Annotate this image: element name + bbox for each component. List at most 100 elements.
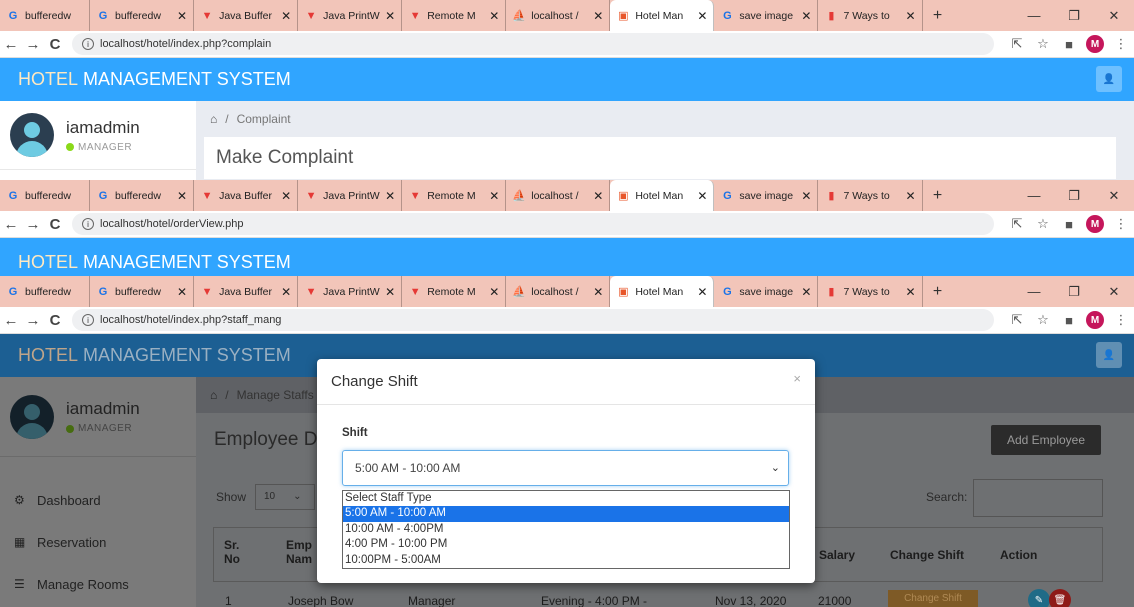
profile-avatar[interactable]: M bbox=[1082, 215, 1108, 234]
side-panel-icon[interactable]: ■ bbox=[1056, 313, 1082, 328]
browser-tab[interactable]: ▼ Java PrintW ✕ bbox=[298, 0, 403, 31]
entries-select[interactable]: 10 ⌄ bbox=[255, 484, 315, 510]
change-shift-button[interactable]: Change Shift bbox=[888, 590, 978, 607]
shift-option[interactable]: 10:00PM - 5:00AM bbox=[343, 553, 789, 568]
tab-close-icon[interactable]: ✕ bbox=[697, 285, 707, 299]
tab-close-icon[interactable]: ✕ bbox=[281, 285, 291, 299]
browser-tab[interactable]: ▼ Java Buffer ✕ bbox=[194, 0, 299, 31]
browser-tab[interactable]: Gsave image ✕ bbox=[714, 180, 819, 211]
tab-close-icon[interactable]: ✕ bbox=[593, 189, 603, 203]
tab-close-icon[interactable]: ✕ bbox=[593, 285, 603, 299]
col-action[interactable]: Action bbox=[1000, 548, 1037, 562]
user-icon[interactable]: 👤 bbox=[1096, 66, 1122, 92]
close-window-icon[interactable]: ✕ bbox=[1094, 284, 1134, 300]
close-window-icon[interactable]: ✕ bbox=[1094, 8, 1134, 24]
tab-close-icon[interactable]: ✕ bbox=[697, 189, 707, 203]
col-sr-no[interactable]: Sr. No bbox=[224, 538, 254, 566]
col-employee-name[interactable]: Emp Nam bbox=[286, 538, 316, 566]
menu-icon[interactable]: ⋮ bbox=[1108, 36, 1134, 52]
new-tab-button[interactable]: + bbox=[923, 7, 953, 25]
browser-tab[interactable]: ▼ Java Buffer ✕ bbox=[194, 180, 299, 211]
browser-tab[interactable]: ▣ Hotel Man ✕ bbox=[610, 180, 715, 211]
browser-tab[interactable]: ⛵ localhost / ✕ bbox=[506, 180, 611, 211]
tab-close-icon[interactable]: ✕ bbox=[177, 285, 187, 299]
tab-close-icon[interactable]: ✕ bbox=[177, 9, 187, 23]
browser-tab[interactable]: ▼ Java PrintW ✕ bbox=[298, 180, 403, 211]
tab-close-icon[interactable]: ✕ bbox=[281, 9, 291, 23]
star-icon[interactable]: ☆ bbox=[1030, 216, 1056, 232]
browser-tab[interactable]: Gbufferedw ✕ bbox=[90, 276, 195, 307]
star-icon[interactable]: ☆ bbox=[1030, 36, 1056, 52]
sidebar-item-dashboard[interactable]: ⚙ Dashboard bbox=[0, 479, 196, 521]
profile-avatar[interactable]: M bbox=[1082, 311, 1108, 330]
share-icon[interactable]: ⇱ bbox=[1004, 312, 1030, 328]
edit-button[interactable]: ✎ bbox=[1028, 589, 1050, 607]
browser-tab[interactable]: ▮ 7 Ways to ✕ bbox=[818, 180, 923, 211]
close-icon[interactable]: × bbox=[793, 371, 801, 386]
tab-close-icon[interactable]: ✕ bbox=[385, 285, 395, 299]
tab-close-icon[interactable]: ✕ bbox=[697, 9, 707, 23]
home-icon[interactable]: ⌂ bbox=[210, 388, 217, 402]
home-icon[interactable]: ⌂ bbox=[210, 112, 217, 126]
sidebar-item-reservation[interactable]: ▦ Reservation bbox=[0, 521, 196, 563]
share-icon[interactable]: ⇱ bbox=[1004, 36, 1030, 52]
restore-icon[interactable]: ❐ bbox=[1054, 188, 1094, 204]
browser-tab[interactable]: ▼ Remote M ✕ bbox=[402, 0, 507, 31]
search-input[interactable] bbox=[973, 479, 1103, 517]
col-salary[interactable]: Salary bbox=[819, 548, 855, 562]
back-icon[interactable]: ← bbox=[0, 36, 22, 53]
browser-tab[interactable]: Gsave image ✕ bbox=[714, 276, 819, 307]
url-field[interactable]: i localhost/hotel/index.php?staff_mang bbox=[72, 309, 994, 331]
tab-close-icon[interactable]: ✕ bbox=[385, 189, 395, 203]
browser-tab[interactable]: ▮ 7 Ways to ✕ bbox=[818, 276, 923, 307]
user-icon[interactable]: 👤 bbox=[1096, 342, 1122, 368]
browser-tab[interactable]: ▼ Java Buffer ✕ bbox=[194, 276, 299, 307]
tab-close-icon[interactable]: ✕ bbox=[281, 189, 291, 203]
tab-close-icon[interactable]: ✕ bbox=[593, 9, 603, 23]
browser-tab[interactable]: ▣ Hotel Man ✕ bbox=[610, 276, 715, 307]
browser-tab[interactable]: Gsave image ✕ bbox=[714, 0, 819, 31]
side-panel-icon[interactable]: ■ bbox=[1056, 37, 1082, 52]
reload-icon[interactable]: C bbox=[44, 312, 66, 329]
tab-close-icon[interactable]: ✕ bbox=[489, 189, 499, 203]
delete-button[interactable]: 🗑 bbox=[1049, 589, 1071, 607]
reload-icon[interactable]: C bbox=[44, 36, 66, 53]
forward-icon[interactable]: → bbox=[22, 216, 44, 233]
forward-icon[interactable]: → bbox=[22, 312, 44, 329]
profile-avatar[interactable]: M bbox=[1082, 35, 1108, 54]
shift-option[interactable]: Select Staff Type bbox=[343, 491, 789, 506]
info-icon[interactable]: i bbox=[82, 314, 94, 326]
browser-tab[interactable]: ▮ 7 Ways to ✕ bbox=[818, 0, 923, 31]
new-tab-button[interactable]: + bbox=[923, 187, 953, 205]
browser-tab[interactable]: ⛵ localhost / ✕ bbox=[506, 0, 611, 31]
minimize-icon[interactable]: — bbox=[1014, 284, 1054, 299]
url-field[interactable]: i localhost/hotel/index.php?complain bbox=[72, 33, 994, 55]
browser-tab[interactable]: ▼ Java PrintW ✕ bbox=[298, 276, 403, 307]
menu-icon[interactable]: ⋮ bbox=[1108, 216, 1134, 232]
back-icon[interactable]: ← bbox=[0, 216, 22, 233]
close-window-icon[interactable]: ✕ bbox=[1094, 188, 1134, 204]
shift-option[interactable]: 10:00 AM - 4:00PM bbox=[343, 522, 789, 537]
browser-tab[interactable]: ▣ Hotel Man ✕ bbox=[610, 0, 715, 31]
tab-close-icon[interactable]: ✕ bbox=[801, 189, 811, 203]
tab-close-icon[interactable]: ✕ bbox=[801, 285, 811, 299]
tab-close-icon[interactable]: ✕ bbox=[177, 189, 187, 203]
reload-icon[interactable]: C bbox=[44, 216, 66, 233]
browser-tab[interactable]: ▼ Remote M ✕ bbox=[402, 180, 507, 211]
forward-icon[interactable]: → bbox=[22, 36, 44, 53]
new-tab-button[interactable]: + bbox=[923, 283, 953, 301]
side-panel-icon[interactable]: ■ bbox=[1056, 217, 1082, 232]
tab-close-icon[interactable]: ✕ bbox=[801, 9, 811, 23]
sidebar-item-manage-rooms[interactable]: ☰ Manage Rooms bbox=[0, 563, 196, 605]
browser-tab[interactable]: Gbufferedw bbox=[0, 0, 90, 31]
restore-icon[interactable]: ❐ bbox=[1054, 284, 1094, 300]
tab-close-icon[interactable]: ✕ bbox=[385, 9, 395, 23]
tab-close-icon[interactable]: ✕ bbox=[489, 285, 499, 299]
browser-tab[interactable]: ▼ Remote M ✕ bbox=[402, 276, 507, 307]
shift-option[interactable]: 5:00 AM - 10:00 AM bbox=[343, 506, 789, 522]
add-employee-button[interactable]: Add Employee bbox=[991, 425, 1101, 455]
shift-option[interactable]: 4:00 PM - 10:00 PM bbox=[343, 537, 789, 552]
browser-tab[interactable]: ⛵ localhost / ✕ bbox=[506, 276, 611, 307]
restore-icon[interactable]: ❐ bbox=[1054, 8, 1094, 24]
shift-select[interactable]: 5:00 AM - 10:00 AM ⌄ bbox=[342, 450, 789, 486]
